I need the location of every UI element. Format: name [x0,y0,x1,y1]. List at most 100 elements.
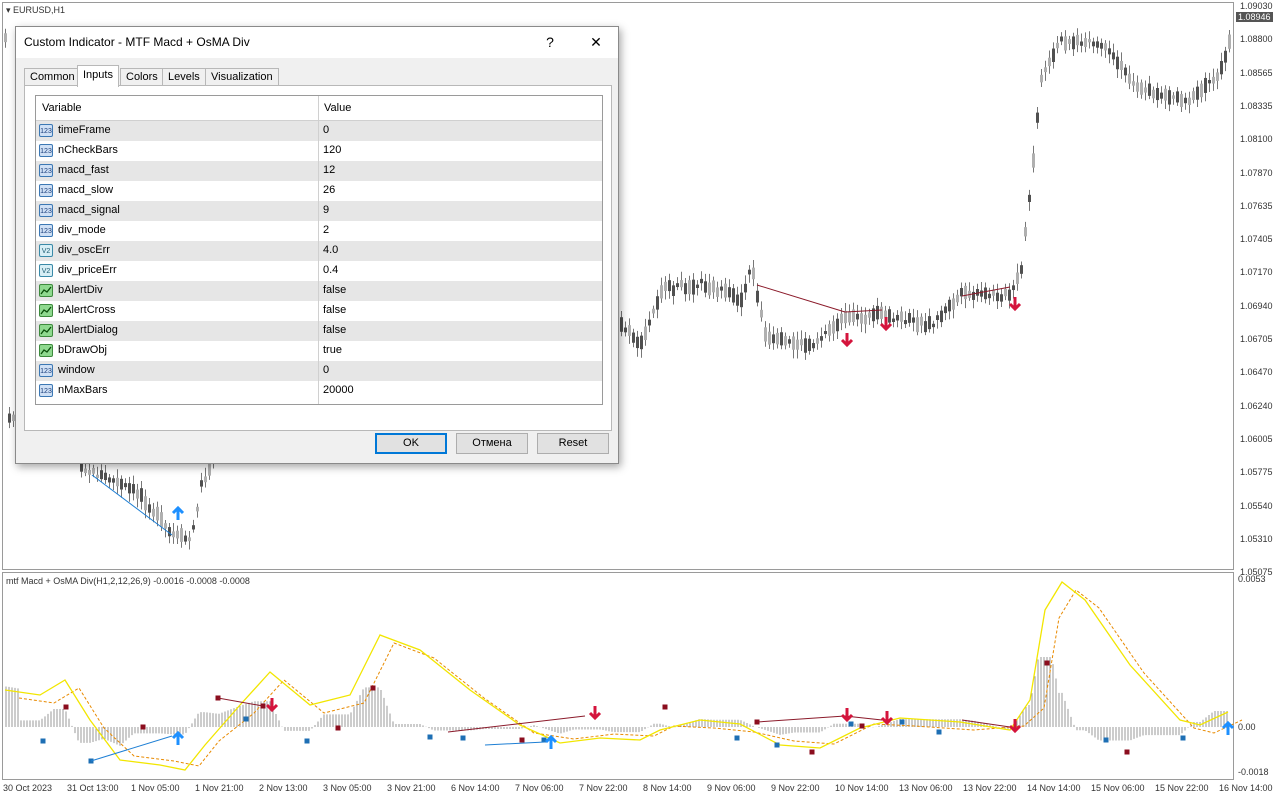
candle [900,311,903,322]
param-value[interactable]: false [323,304,346,316]
candle [1168,90,1171,105]
candle [1008,289,1011,301]
param-value[interactable]: 12 [323,164,335,176]
close-icon[interactable]: ✕ [573,27,619,58]
time-axis-label: 30 Oct 2023 [3,783,53,793]
candle [1004,288,1007,297]
table-row[interactable]: 123 macd_slow 26 [36,181,602,201]
sell-arrow-icon [265,698,279,713]
column-divider[interactable] [318,96,319,404]
candle [976,289,979,296]
param-value[interactable]: 0 [323,364,329,376]
param-value[interactable]: 0 [323,124,329,136]
candle [676,283,679,288]
cancel-button[interactable]: Отмена [456,433,528,454]
param-value[interactable]: false [323,284,346,296]
candle [888,309,891,323]
tab-levels[interactable]: Levels [162,68,206,85]
param-value[interactable]: 120 [323,144,341,156]
price-axis-label: 1.05775 [1240,467,1273,478]
table-row[interactable]: 123 nMaxBars 20000 [36,381,602,401]
candle [660,285,663,299]
candle [632,332,635,343]
price-axis-label: 1.07170 [1240,267,1273,278]
table-header: Variable Value [36,96,602,121]
param-value[interactable]: 26 [323,184,335,196]
candle [916,317,919,333]
tab-inputs[interactable]: Inputs [77,65,119,87]
candle [136,489,139,499]
help-button[interactable]: ? [527,27,573,58]
table-row[interactable]: bDrawObj true [36,341,602,361]
candle [760,309,763,318]
custom-indicator-dialog: Custom Indicator - MTF Macd + OsMA Div ?… [15,26,619,464]
param-value[interactable]: true [323,344,342,356]
candle [1012,285,1015,291]
ok-button[interactable]: OK [375,433,447,454]
column-header-variable[interactable]: Variable [42,102,82,114]
candle [200,480,203,487]
buy-signal-dot [304,738,310,744]
column-header-value[interactable]: Value [324,102,351,114]
candle [1088,39,1091,43]
candle [668,280,671,292]
table-row[interactable]: 123 nCheckBars 120 [36,141,602,161]
param-value[interactable]: false [323,324,346,336]
candle [820,336,823,341]
bullish-divergence-line [484,741,546,746]
candle [1172,95,1175,99]
bool-icon [39,344,53,357]
table-row[interactable]: 123 timeFrame 0 [36,121,602,141]
tab-common[interactable]: Common [24,68,81,85]
time-axis-label: 15 Nov 06:00 [1091,783,1145,793]
buy-signal-dot [734,735,740,741]
param-value[interactable]: 0.4 [323,264,338,276]
table-row[interactable]: bAlertDiv false [36,281,602,301]
dialog-title: Custom Indicator - MTF Macd + OsMA Div [24,35,250,49]
candle [1196,86,1199,100]
table-row[interactable]: 123 macd_fast 12 [36,161,602,181]
candle [1144,87,1147,93]
table-row[interactable]: V2 div_oscErr 4.0 [36,241,602,261]
time-axis-label: 13 Nov 06:00 [899,783,953,793]
param-value[interactable]: 20000 [323,384,354,396]
sell-arrow-icon [1008,297,1022,312]
candle [764,327,767,342]
time-axis-label: 9 Nov 22:00 [771,783,820,793]
candle [1016,272,1019,284]
time-axis-label: 7 Nov 22:00 [579,783,628,793]
param-value[interactable]: 4.0 [323,244,338,256]
price-axis-label: 1.05310 [1240,533,1273,544]
time-axis-label: 8 Nov 14:00 [643,783,692,793]
table-row[interactable]: 123 macd_signal 9 [36,201,602,221]
tab-visualization[interactable]: Visualization [205,68,279,85]
param-value[interactable]: 9 [323,204,329,216]
candle [1208,79,1211,84]
table-row[interactable]: 123 div_mode 2 [36,221,602,241]
current-price-tag: 1.08946 [1236,12,1273,22]
candle [164,523,167,529]
table-row[interactable]: bAlertCross false [36,301,602,321]
candle [840,313,843,324]
table-row[interactable]: V2 div_priceErr 0.4 [36,261,602,281]
candle [624,327,627,333]
candle [812,343,815,349]
candle [904,320,907,325]
param-name: nCheckBars [58,144,118,156]
candle [1076,34,1079,46]
reset-button[interactable]: Reset [537,433,609,454]
sell-signal-dot [335,725,341,731]
table-row[interactable]: bAlertDialog false [36,321,602,341]
candle [1024,227,1027,237]
tab-colors[interactable]: Colors [120,68,164,85]
dialog-titlebar[interactable]: Custom Indicator - MTF Macd + OsMA Div ?… [16,27,618,58]
param-value[interactable]: 2 [323,224,329,236]
table-row[interactable]: 123 window 0 [36,361,602,381]
candle [772,334,775,344]
indicator-axis-label: 0.0053 [1238,574,1266,584]
candle [1184,97,1187,104]
candle [160,512,163,528]
param-name: bAlertDialog [58,324,118,336]
candle [980,290,983,297]
candle [620,317,623,332]
